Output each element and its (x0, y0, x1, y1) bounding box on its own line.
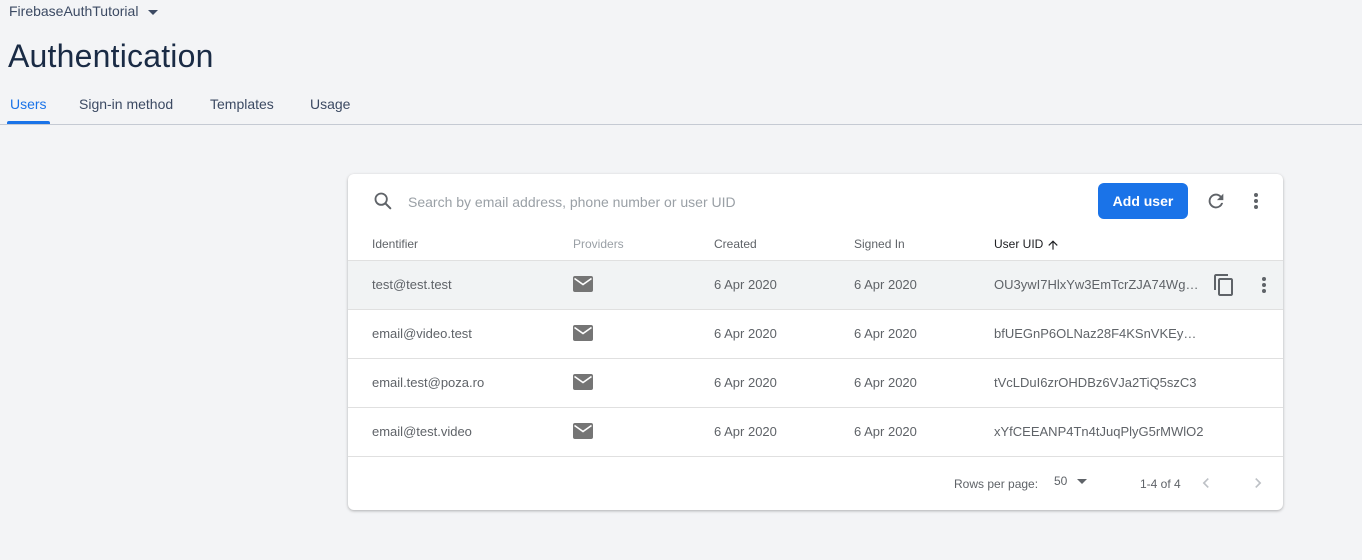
email-icon (573, 374, 593, 390)
chevron-down-icon (1077, 478, 1088, 484)
users-card: Add user Identifier Providers Created Si… (348, 174, 1283, 510)
identifier-cell: email@video.test (372, 326, 472, 341)
uid-cell: bfUEGnP6OLNaz28F4KSnVKEymR… (994, 326, 1204, 341)
created-cell: 6 Apr 2020 (714, 326, 777, 341)
created-cell: 6 Apr 2020 (714, 375, 777, 390)
users-toolbar: Add user (348, 174, 1283, 230)
arrow-up-icon[interactable] (1046, 238, 1060, 252)
table-row[interactable]: email.test@poza.ro 6 Apr 2020 6 Apr 2020… (348, 358, 1283, 407)
uid-cell: xYfCEEANP4Tn4tJuqPlyG5rMWlO2 (994, 424, 1204, 439)
signed-in-cell: 6 Apr 2020 (854, 424, 917, 439)
table-row[interactable]: email@test.video 6 Apr 2020 6 Apr 2020 x… (348, 407, 1283, 457)
column-header-signed-in[interactable]: Signed In (854, 237, 905, 251)
email-icon (573, 325, 593, 341)
copy-uid-button[interactable] (1212, 273, 1236, 300)
created-cell: 6 Apr 2020 (714, 277, 777, 292)
uid-cell: tVcLDuI6zrOHDBz6VJa2TiQ5szC3 (994, 375, 1197, 390)
tab-users[interactable]: Users (10, 96, 47, 112)
created-cell: 6 Apr 2020 (714, 424, 777, 439)
tab-sign-in-method[interactable]: Sign-in method (79, 96, 173, 112)
signed-in-cell: 6 Apr 2020 (854, 326, 917, 341)
tab-usage[interactable]: Usage (310, 96, 350, 112)
chevron-left-icon[interactable] (1196, 473, 1216, 493)
table-row[interactable]: test@test.test 6 Apr 2020 6 Apr 2020 OU3… (348, 260, 1283, 309)
rows-per-page-value: 50 (1054, 474, 1068, 488)
chevron-right-icon[interactable] (1248, 473, 1268, 493)
copy-icon (1214, 274, 1233, 296)
pagination-range: 1-4 of 4 (1140, 477, 1181, 491)
search-icon (374, 192, 392, 210)
table-header: Identifier Providers Created Signed In U… (348, 230, 1283, 260)
more-vert-icon (1262, 277, 1266, 293)
email-icon (573, 276, 593, 292)
tab-templates[interactable]: Templates (210, 96, 274, 112)
email-icon (573, 423, 593, 439)
page-title: Authentication (8, 38, 214, 74)
identifier-cell: email.test@poza.ro (372, 375, 485, 390)
chevron-down-icon (148, 9, 159, 15)
signed-in-cell: 6 Apr 2020 (854, 375, 917, 390)
project-selector[interactable]: FirebaseAuthTutorial (9, 3, 159, 19)
identifier-cell: email@test.video (372, 424, 472, 439)
row-menu-button[interactable] (1252, 273, 1276, 300)
add-user-button[interactable]: Add user (1098, 183, 1188, 219)
identifier-cell: test@test.test (372, 277, 452, 292)
search-input[interactable] (406, 190, 1050, 214)
rows-per-page-label: Rows per page: (954, 477, 1039, 491)
users-table-body: test@test.test 6 Apr 2020 6 Apr 2020 OU3… (348, 260, 1283, 457)
column-header-providers: Providers (573, 237, 624, 251)
more-vert-icon[interactable] (1244, 189, 1268, 213)
rows-per-page-select[interactable]: 50 (1054, 474, 1088, 488)
table-row[interactable]: email@video.test 6 Apr 2020 6 Apr 2020 b… (348, 309, 1283, 358)
column-header-identifier[interactable]: Identifier (372, 237, 418, 251)
active-tab-indicator (7, 121, 50, 124)
uid-cell: OU3ywI7HlxYw3EmTcrZJA74WgO… (994, 277, 1204, 292)
tab-bar: Users Sign-in method Templates Usage (0, 86, 1362, 125)
refresh-icon[interactable] (1204, 189, 1228, 213)
signed-in-cell: 6 Apr 2020 (854, 277, 917, 292)
column-header-user-uid[interactable]: User UID (994, 237, 1043, 251)
column-header-created[interactable]: Created (714, 237, 757, 251)
project-name: FirebaseAuthTutorial (9, 3, 139, 19)
pagination: Rows per page: 50 1-4 of 4 (348, 456, 1283, 510)
